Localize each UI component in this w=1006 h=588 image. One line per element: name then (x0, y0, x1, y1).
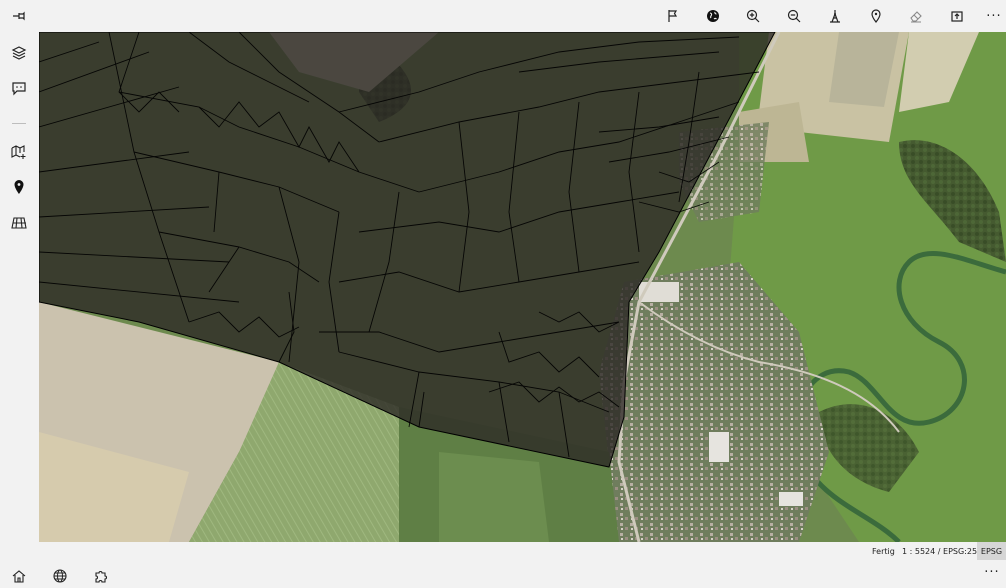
map-add-icon[interactable] (8, 141, 30, 163)
marker-icon[interactable] (865, 5, 887, 27)
map-view[interactable] (39, 32, 1006, 542)
sidebar-divider (12, 123, 26, 124)
puzzle-icon[interactable] (93, 568, 109, 584)
globe-icon[interactable] (702, 5, 724, 27)
comment-icon[interactable] (8, 77, 30, 99)
toolbar-more-button[interactable]: ··· (983, 5, 1005, 27)
status-state: Fertig (872, 547, 895, 556)
status-bar: Fertig 1 : 5524 / EPSG:25833 EPSG (39, 542, 1006, 560)
parcel-grid-icon[interactable] (8, 212, 30, 234)
aerial-map-canvas[interactable] (39, 32, 1006, 542)
left-sidebar (0, 0, 39, 560)
zoom-out-icon[interactable] (783, 5, 805, 27)
bottombar-more-button[interactable]: ··· (984, 564, 1000, 580)
export-icon[interactable] (946, 5, 968, 27)
location-pin-icon[interactable] (8, 176, 30, 198)
eraser-icon[interactable] (905, 5, 927, 27)
home-icon[interactable] (11, 568, 27, 584)
flag-icon[interactable] (662, 5, 684, 27)
zoom-in-icon[interactable] (742, 5, 764, 27)
layers-icon[interactable] (8, 42, 30, 64)
epsg-button[interactable]: EPSG (977, 542, 1006, 560)
map-toolbar: ··· (39, 0, 1006, 32)
bottom-app-bar: ··· (0, 560, 1006, 588)
globe-icon[interactable] (52, 568, 68, 584)
measure-icon[interactable] (824, 5, 846, 27)
pin-icon[interactable] (8, 5, 30, 27)
